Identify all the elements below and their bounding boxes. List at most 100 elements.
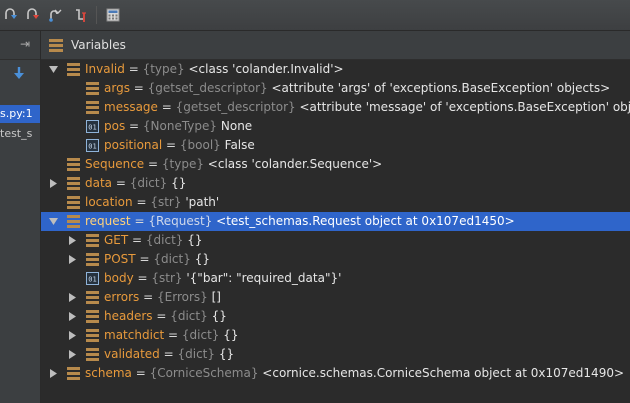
variable-text: Invalid = {type} <class 'colander.Invali… xyxy=(85,62,344,76)
variable-type: {getset_descriptor} xyxy=(175,100,296,114)
variable-text: request = {Request} <test_schemas.Reques… xyxy=(85,214,515,228)
variable-name: positional xyxy=(104,138,163,152)
evaluate-expression-icon[interactable] xyxy=(104,6,122,24)
field-icon xyxy=(86,234,99,247)
field-icon xyxy=(86,329,99,342)
collapsed-arrow-icon[interactable] xyxy=(67,231,77,250)
variable-row-args[interactable]: args = {getset_descriptor} <attribute 'a… xyxy=(41,79,630,98)
variable-value: {} xyxy=(211,309,227,323)
variable-text: schema = {CorniceSchema} <cornice.schema… xyxy=(85,366,625,380)
variable-text: positional = {bool} False xyxy=(104,138,255,152)
variable-name: matchdict xyxy=(104,328,165,342)
variable-value: <class 'colander.Sequence'> xyxy=(207,157,383,171)
run-to-cursor-icon[interactable] xyxy=(72,6,90,24)
variable-row-errors[interactable]: errors = {Errors} [] xyxy=(41,288,630,307)
field-icon xyxy=(67,196,80,209)
variable-row-positional[interactable]: 01 positional = {bool} False xyxy=(41,136,630,155)
variable-type: {bool} xyxy=(179,138,221,152)
variable-row-message[interactable]: message = {getset_descriptor} <attribute… xyxy=(41,98,630,117)
field-icon xyxy=(67,177,80,190)
variable-row-validated[interactable]: validated = {dict} {} xyxy=(41,345,630,364)
variable-row-request[interactable]: request = {Request} <test_schemas.Reques… xyxy=(41,212,630,231)
variable-type: {dict} xyxy=(129,176,168,190)
variable-row-matchdict[interactable]: matchdict = {dict} {} xyxy=(41,326,630,345)
variable-value: {} xyxy=(187,233,203,247)
collapsed-arrow-icon[interactable] xyxy=(67,307,77,326)
variable-value: {} xyxy=(223,328,239,342)
variable-name: schema xyxy=(85,366,132,380)
svg-text:01: 01 xyxy=(88,143,96,151)
expanded-arrow-icon[interactable] xyxy=(48,60,58,79)
variables-title: Variables xyxy=(71,38,126,52)
variable-value: None xyxy=(220,119,253,133)
variable-name: validated xyxy=(104,347,160,361)
variables-icon xyxy=(49,38,63,52)
svg-text:01: 01 xyxy=(88,276,96,284)
variable-name: Invalid xyxy=(85,62,125,76)
variable-name: POST xyxy=(104,252,136,266)
variable-type: {type} xyxy=(142,62,185,76)
variable-type: {NoneType} xyxy=(142,119,218,133)
collapsed-arrow-icon[interactable] xyxy=(67,288,77,307)
variable-name: headers xyxy=(104,309,153,323)
collapsed-arrow-icon[interactable] xyxy=(48,364,58,383)
field-icon xyxy=(86,253,99,266)
variable-text: pos = {NoneType} None xyxy=(104,119,253,133)
variable-row-location[interactable]: location = {str} 'path' xyxy=(41,193,630,212)
variables-pane: Variables Invalid = {type} <class 'colan… xyxy=(41,31,630,403)
variable-value: {} xyxy=(218,347,235,361)
variable-text: matchdict = {dict} {} xyxy=(104,328,239,342)
variable-name: errors xyxy=(104,290,140,304)
variable-row-sequence[interactable]: Sequence = {type} <class 'colander.Seque… xyxy=(41,155,630,174)
frames-panel-header: ⇥ xyxy=(0,31,40,60)
variable-value: <test_schemas.Request object at 0x107ed1… xyxy=(216,214,515,228)
variable-row-post[interactable]: POST = {dict} {} xyxy=(41,250,630,269)
variable-text: data = {dict} {} xyxy=(85,176,187,190)
variable-row-body[interactable]: 01 body = {str} '{"bar": "required_data"}… xyxy=(41,269,630,288)
variable-text: location = {str} 'path' xyxy=(85,195,220,209)
variable-row-schema[interactable]: schema = {CorniceSchema} <cornice.schema… xyxy=(41,364,630,383)
debugger-toolbar xyxy=(0,0,630,31)
variable-text: args = {getset_descriptor} <attribute 'a… xyxy=(104,81,611,95)
variable-type: {getset_descriptor} xyxy=(147,81,268,95)
variable-type: {CorniceSchema} xyxy=(149,366,259,380)
variable-row-data[interactable]: data = {dict} {} xyxy=(41,174,630,193)
variable-type: {dict} xyxy=(170,309,208,323)
collapsed-arrow-icon[interactable] xyxy=(48,174,58,193)
step-out-icon[interactable] xyxy=(46,6,64,24)
variable-name: message xyxy=(104,100,158,114)
variable-value: <class 'colander.Invalid'> xyxy=(188,62,344,76)
expanded-arrow-icon[interactable] xyxy=(48,212,58,231)
variable-row-get[interactable]: GET = {dict} {} xyxy=(41,231,630,250)
move-down-icon[interactable] xyxy=(12,65,26,84)
variable-text: GET = {dict} {} xyxy=(104,233,203,247)
frame-row[interactable]: test_s xyxy=(0,125,40,143)
variable-type: {type} xyxy=(161,157,204,171)
variable-text: POST = {dict} {} xyxy=(104,252,210,266)
variable-name: Sequence xyxy=(85,157,145,171)
variable-text: message = {getset_descriptor} <attribute… xyxy=(104,98,630,117)
variable-row-invalid[interactable]: Invalid = {type} <class 'colander.Invali… xyxy=(41,60,630,79)
collapsed-arrow-icon[interactable] xyxy=(67,250,77,269)
field-icon xyxy=(86,82,99,95)
variable-value: {} xyxy=(194,252,210,266)
collapsed-arrow-icon[interactable] xyxy=(67,345,77,364)
primitive-value-icon: 01 xyxy=(86,120,99,133)
variable-type: {dict} xyxy=(153,252,191,266)
frame-row[interactable]: s.py:1 xyxy=(0,105,40,123)
collapsed-arrow-icon[interactable] xyxy=(67,326,77,345)
variable-text: errors = {Errors} [] xyxy=(104,290,221,304)
pin-tab-icon[interactable]: ⇥ xyxy=(20,37,30,51)
primitive-value-icon: 01 xyxy=(86,139,99,152)
variable-name: GET xyxy=(104,233,129,247)
variable-name: args xyxy=(104,81,130,95)
variable-row-headers[interactable]: headers = {dict} {} xyxy=(41,307,630,326)
frames-panel: ⇥ s.py:1 test_s xyxy=(0,31,41,403)
variable-row-pos[interactable]: 01 pos = {NoneType} None xyxy=(41,117,630,136)
variable-type: {Errors} xyxy=(157,290,208,304)
force-step-into-icon[interactable] xyxy=(24,6,42,24)
step-into-icon[interactable] xyxy=(2,6,20,24)
variable-type: {Request} xyxy=(148,214,213,228)
field-icon xyxy=(86,291,99,304)
variable-value: <cornice.schemas.CorniceSchema object at… xyxy=(262,366,625,380)
